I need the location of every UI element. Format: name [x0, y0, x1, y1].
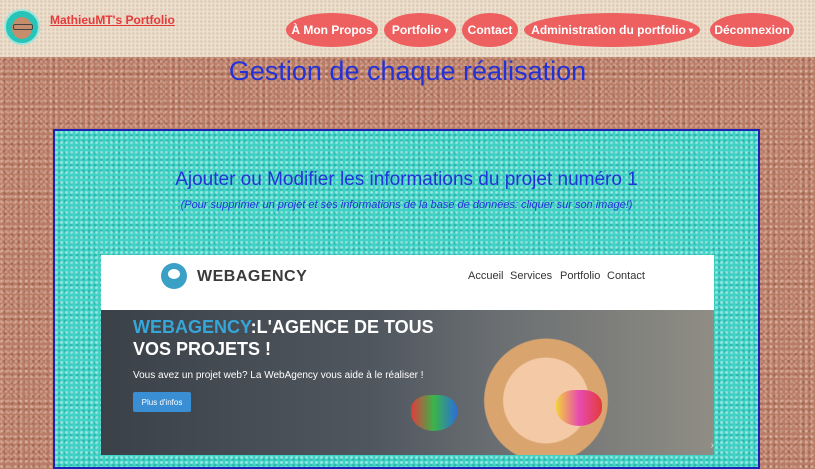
preview-headline: WEBAGENCY:L'AGENCE DE TOUS VOS PROJETS !	[133, 316, 434, 360]
nav-contact[interactable]: Contact	[462, 13, 518, 47]
preview-hero: WEBAGENCY:L'AGENCE DE TOUS VOS PROJETS !…	[101, 310, 714, 455]
panel-note: (Pour supprimer un projet et ses informa…	[180, 199, 633, 211]
preview-nav-services: Services	[510, 270, 553, 282]
preview-navbar: WEBAGENCY Accueil Services Portfolio Con…	[101, 255, 714, 298]
nav-about[interactable]: À Mon Propos	[286, 13, 378, 47]
preview-brand: WEBAGENCY	[197, 268, 308, 285]
page-title: Gestion de chaque réalisation	[228, 56, 587, 86]
nav-portfolio[interactable]: Portfolio ▾	[384, 13, 456, 47]
chevron-down-icon: ▾	[444, 25, 449, 35]
nav-about-label: À Mon Propos	[291, 23, 373, 37]
nav-admin-label: Administration du portfolio	[531, 23, 686, 37]
preview-headline-line2: VOS PROJETS !	[133, 339, 272, 359]
nav-logout-label: Déconnexion	[714, 23, 790, 37]
preview-more-button: Plus d'infos	[133, 392, 191, 412]
preview-nav-portfolio: Portfolio	[560, 270, 601, 282]
nav-admin[interactable]: Administration du portfolio ▾	[524, 13, 700, 47]
preview-painted-hand-left	[411, 395, 457, 431]
site-header: MathieuMT's Portfolio À Mon Propos Portf…	[0, 0, 815, 57]
preview-nav-contact: Contact	[607, 270, 645, 282]
nav-portfolio-label: Portfolio	[391, 23, 442, 37]
avatar[interactable]	[4, 9, 40, 45]
chevron-right-icon: ›	[710, 440, 714, 451]
chevron-down-icon: ▾	[688, 25, 693, 35]
preview-headline-accent: WEBAGENCY	[133, 317, 251, 337]
nav-logout[interactable]: Déconnexion	[710, 13, 794, 47]
preview-child-image	[471, 318, 621, 455]
preview-painted-hand-right	[556, 390, 602, 426]
preview-headline-rest: :L'AGENCE DE TOUS	[250, 317, 434, 337]
preview-subtext: Vous avez un projet web? La WebAgency vo…	[133, 370, 424, 381]
webagency-logo-icon	[161, 263, 187, 289]
preview-nav-accueil: Accueil	[468, 270, 504, 282]
brand-link[interactable]: MathieuMT's Portfolio	[50, 13, 175, 27]
nav-contact-label: Contact	[467, 23, 513, 37]
avatar-glasses	[13, 24, 33, 30]
project-image[interactable]: WEBAGENCY Accueil Services Portfolio Con…	[101, 255, 714, 455]
panel-heading: Ajouter ou Modifier les informations du …	[175, 169, 638, 190]
